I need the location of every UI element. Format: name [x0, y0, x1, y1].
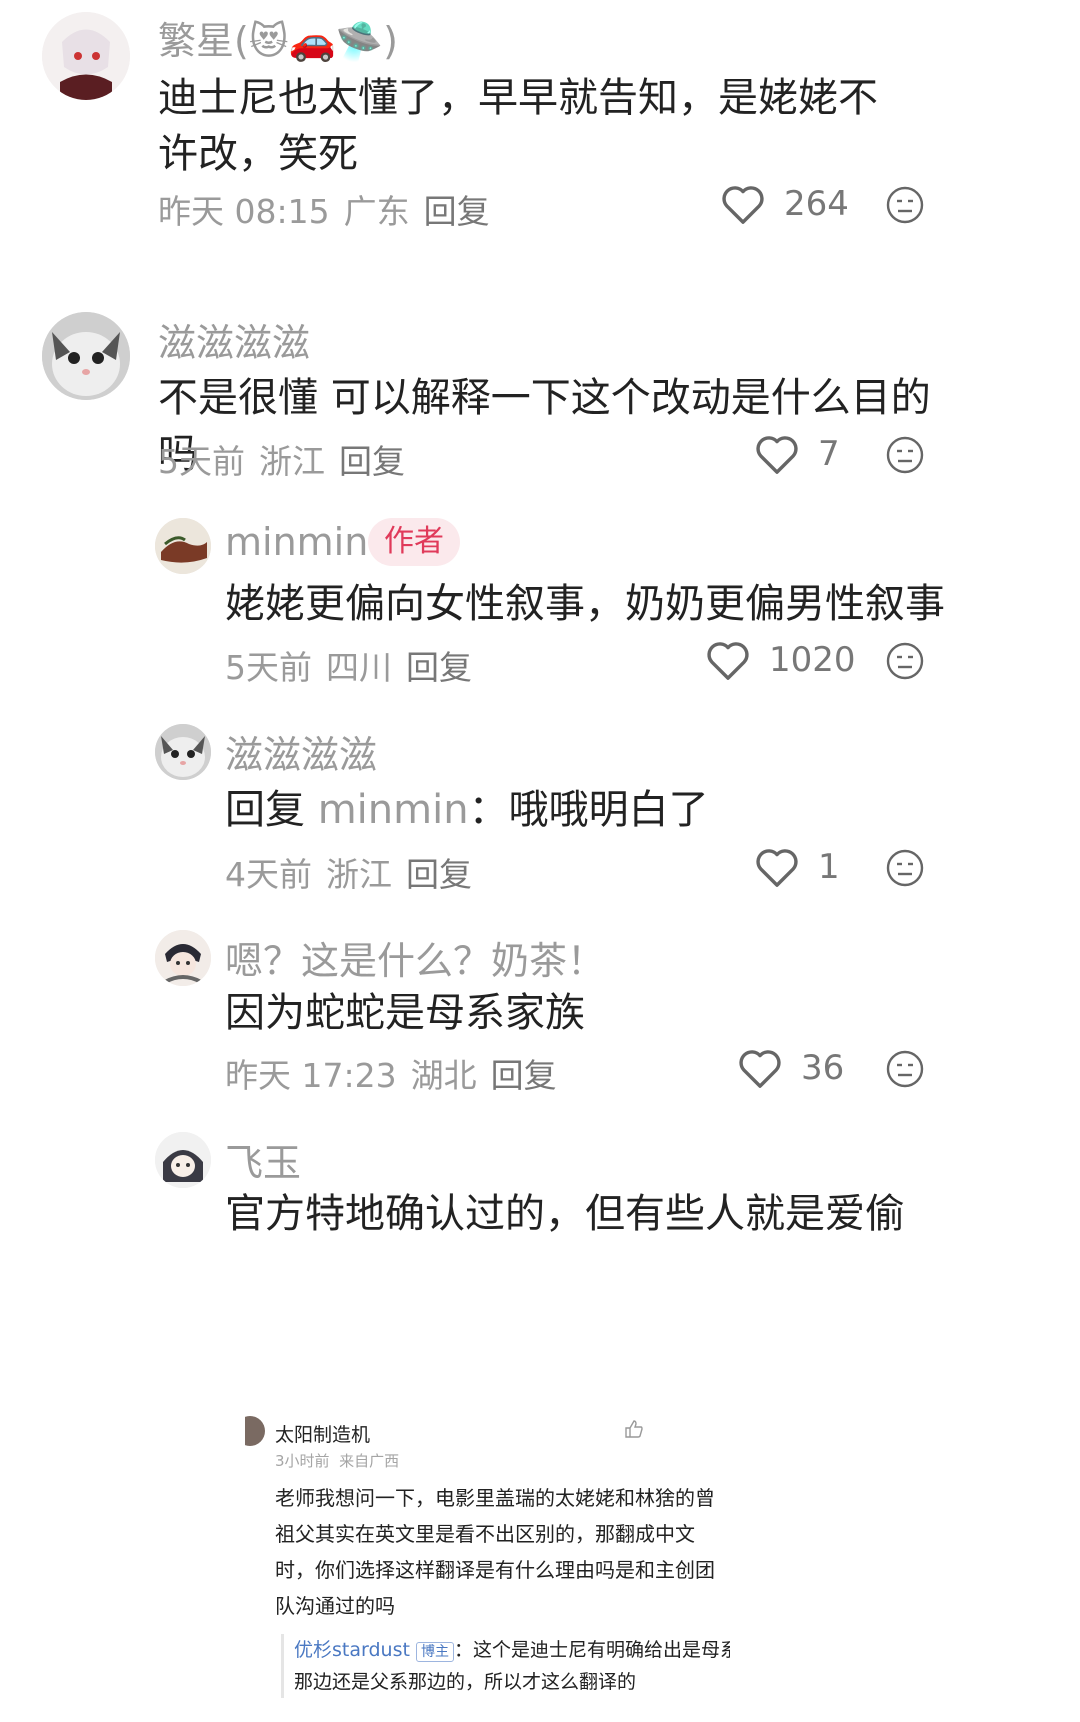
embedded-avatar [245, 1416, 265, 1446]
reply-button[interactable]: 回复 [491, 1056, 557, 1095]
comment-time: 5天前 [225, 648, 312, 687]
reply-prefix: 回复 [225, 787, 305, 833]
username[interactable]: 滋滋滋滋 [158, 312, 310, 367]
reply-button[interactable]: 回复 [406, 648, 472, 687]
username[interactable]: minmin [225, 520, 368, 564]
comment-location: 广东 [343, 192, 410, 231]
embedded-time-text: 3小时前 [275, 1452, 330, 1470]
like-count: 264 [784, 184, 849, 224]
username[interactable]: 飞玉 [225, 1132, 301, 1187]
like-button[interactable]: 264 [720, 183, 849, 225]
embedded-username: 太阳制造机 [275, 1424, 371, 1446]
reply-text: ：哦哦明白了 [468, 787, 709, 833]
comment-time: 昨天 08:15 [158, 192, 330, 231]
dislike-icon[interactable] [885, 185, 925, 225]
embedded-time: 3小时前 来自广西 [275, 1450, 399, 1471]
comment-time: 4天前 [225, 855, 312, 894]
quote-username: 优杉stardust [294, 1639, 410, 1661]
heart-icon [739, 1050, 781, 1088]
comment-location: 浙江 [259, 442, 325, 481]
dislike-icon[interactable] [885, 641, 925, 681]
reply-button[interactable]: 回复 [339, 442, 405, 481]
comment-meta: 5天前 四川 回复 [225, 641, 486, 689]
embedded-quote: 优杉stardust 博主 ：这个是迪士尼有明确给出是母系那边还是父系那边的，所以… [281, 1634, 730, 1698]
comment-location: 四川 [326, 648, 392, 687]
comment-meta: 昨天 08:15 广东 回复 [158, 185, 504, 233]
embedded-comment-text: 老师我想问一下，电影里盖瑞的太姥姥和林猞的曾祖父其实在英文里是看不出区别的，那翻… [275, 1486, 715, 1618]
comment-meta: 4天前 浙江 回复 [225, 848, 486, 896]
comment-time: 5天前 [158, 442, 245, 481]
author-badge: 作者 [368, 518, 460, 566]
reply-button[interactable]: 回复 [406, 855, 472, 894]
username[interactable]: 嗯？这是什么？奶茶！ [225, 930, 605, 985]
avatar[interactable] [155, 724, 211, 780]
like-count: 7 [818, 434, 840, 474]
quote-badge: 博主 [415, 1642, 454, 1662]
comment-location: 浙江 [326, 855, 392, 894]
avatar[interactable] [155, 1132, 211, 1188]
heart-icon [707, 642, 749, 680]
like-button[interactable]: 1 [754, 846, 840, 888]
comment-text: 迪士尼也太懂了，早早就告知，是姥姥不许改，笑死 [158, 75, 878, 177]
avatar[interactable] [155, 930, 211, 986]
comment-time: 昨天 17:23 [225, 1056, 397, 1095]
dislike-icon[interactable] [885, 848, 925, 888]
username[interactable]: 繁星(😻🚗🛸) [158, 10, 398, 65]
like-count: 1 [818, 847, 840, 887]
like-count: 1020 [769, 640, 856, 680]
avatar[interactable] [155, 518, 211, 574]
comment-location: 湖北 [410, 1056, 477, 1095]
avatar[interactable] [42, 312, 130, 400]
like-button[interactable]: 7 [754, 433, 840, 475]
comment-text: 回复 minmin：哦哦明白了 [225, 782, 985, 838]
like-button[interactable]: 36 [737, 1047, 844, 1089]
heart-icon [756, 436, 798, 474]
dislike-icon[interactable] [885, 1049, 925, 1089]
reply-to-username[interactable]: minmin [318, 787, 469, 833]
reply-button[interactable]: 回复 [424, 192, 490, 231]
like-count: 36 [801, 1048, 845, 1088]
comment-meta: 昨天 17:23 湖北 回复 [225, 1049, 571, 1097]
like-button[interactable]: 1020 [705, 639, 856, 681]
dislike-icon[interactable] [885, 435, 925, 475]
comment-text: 姥姥更偏向女性叙事，奶奶更偏男性叙事 [225, 581, 945, 627]
comment-image[interactable]: 太阳制造机 3小时前 来自广西 老师我想问一下，电影里盖瑞的太姥姥和林猞的曾祖父… [245, 1376, 730, 1722]
comment-text: 因为蛇蛇是母系家族 [225, 990, 585, 1036]
comment-text: 官方特地确认过的，但有些人就是爱偷 [225, 1191, 905, 1237]
comment-meta: 5天前 浙江 回复 [158, 435, 419, 483]
embedded-source: 来自广西 [339, 1452, 400, 1470]
thumbs-up-icon [625, 1420, 643, 1438]
username[interactable]: 滋滋滋滋 [225, 724, 377, 779]
heart-icon [722, 186, 764, 224]
avatar[interactable] [42, 12, 130, 100]
heart-icon [756, 849, 798, 887]
